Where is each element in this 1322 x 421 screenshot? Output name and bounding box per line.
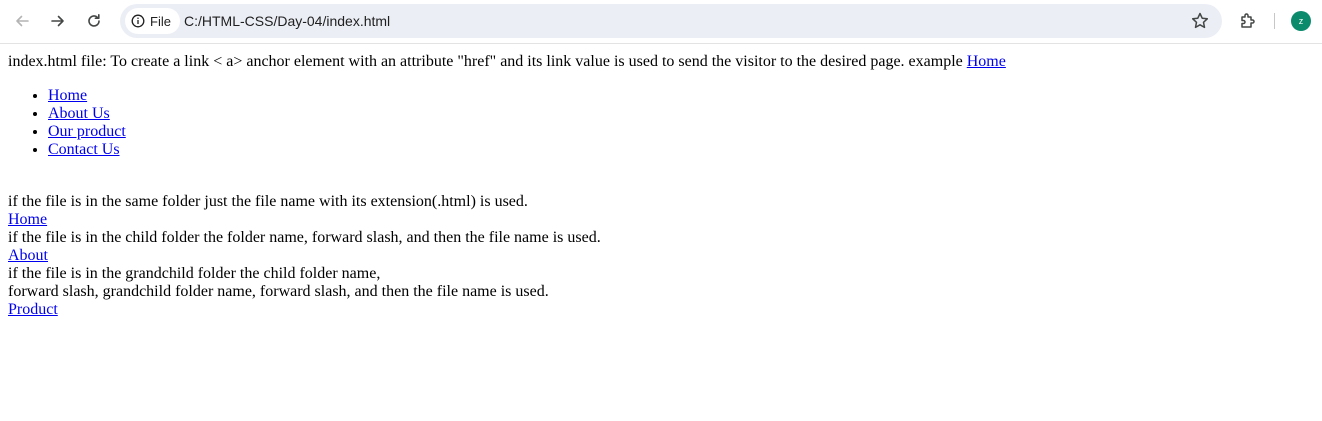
back-arrow-icon — [16, 15, 29, 27]
forward-arrow-icon — [51, 15, 64, 27]
nav-link-our-product[interactable]: Our product — [48, 123, 126, 140]
list-item: Home — [48, 87, 1314, 105]
intro-home-link[interactable]: Home — [967, 53, 1006, 70]
nav-link-home[interactable]: Home — [48, 87, 87, 104]
toolbar-divider — [1274, 13, 1275, 29]
nav-list: Home About Us Our product Contact Us — [8, 87, 1314, 159]
list-item: About Us — [48, 105, 1314, 123]
reload-button[interactable] — [79, 6, 109, 36]
site-info-chip[interactable]: File — [125, 8, 180, 34]
forward-button[interactable] — [43, 6, 73, 36]
site-info-label: File — [150, 13, 171, 29]
url-text[interactable]: C:/HTML-CSS/Day-04/index.html — [184, 4, 390, 38]
info-icon — [131, 14, 145, 28]
grandchild-text-line-2: forward slash, grandchild folder name, f… — [8, 283, 549, 300]
same-folder-home-link[interactable]: Home — [8, 211, 47, 228]
list-item: Contact Us — [48, 141, 1314, 159]
intro-text: index.html file: To create a link < a> a… — [8, 53, 967, 70]
nav-link-about-us[interactable]: About Us — [48, 105, 110, 122]
nav-link-contact-us[interactable]: Contact Us — [48, 141, 120, 158]
list-item: Our product — [48, 123, 1314, 141]
reload-icon — [88, 14, 100, 27]
browser-toolbar: File C:/HTML-CSS/Day-04/index.html z — [0, 0, 1322, 44]
address-bar[interactable]: File C:/HTML-CSS/Day-04/index.html — [120, 4, 1222, 38]
child-folder-about-link[interactable]: About — [8, 247, 48, 264]
same-folder-text: if the file is in the same folder just t… — [8, 193, 528, 210]
child-folder-text: if the file is in the child folder the f… — [8, 229, 601, 246]
grandchild-text-line-1: if the file is in the grandchild folder … — [8, 265, 381, 282]
back-button[interactable] — [7, 6, 37, 36]
intro-paragraph: index.html file: To create a link < a> a… — [8, 53, 1314, 71]
grandchild-product-link[interactable]: Product — [8, 301, 58, 318]
bookmark-star-icon[interactable] — [1190, 11, 1210, 31]
page-content: index.html file: To create a link < a> a… — [0, 44, 1322, 319]
extensions-puzzle-icon[interactable] — [1238, 11, 1258, 31]
profile-avatar[interactable]: z — [1291, 11, 1311, 31]
